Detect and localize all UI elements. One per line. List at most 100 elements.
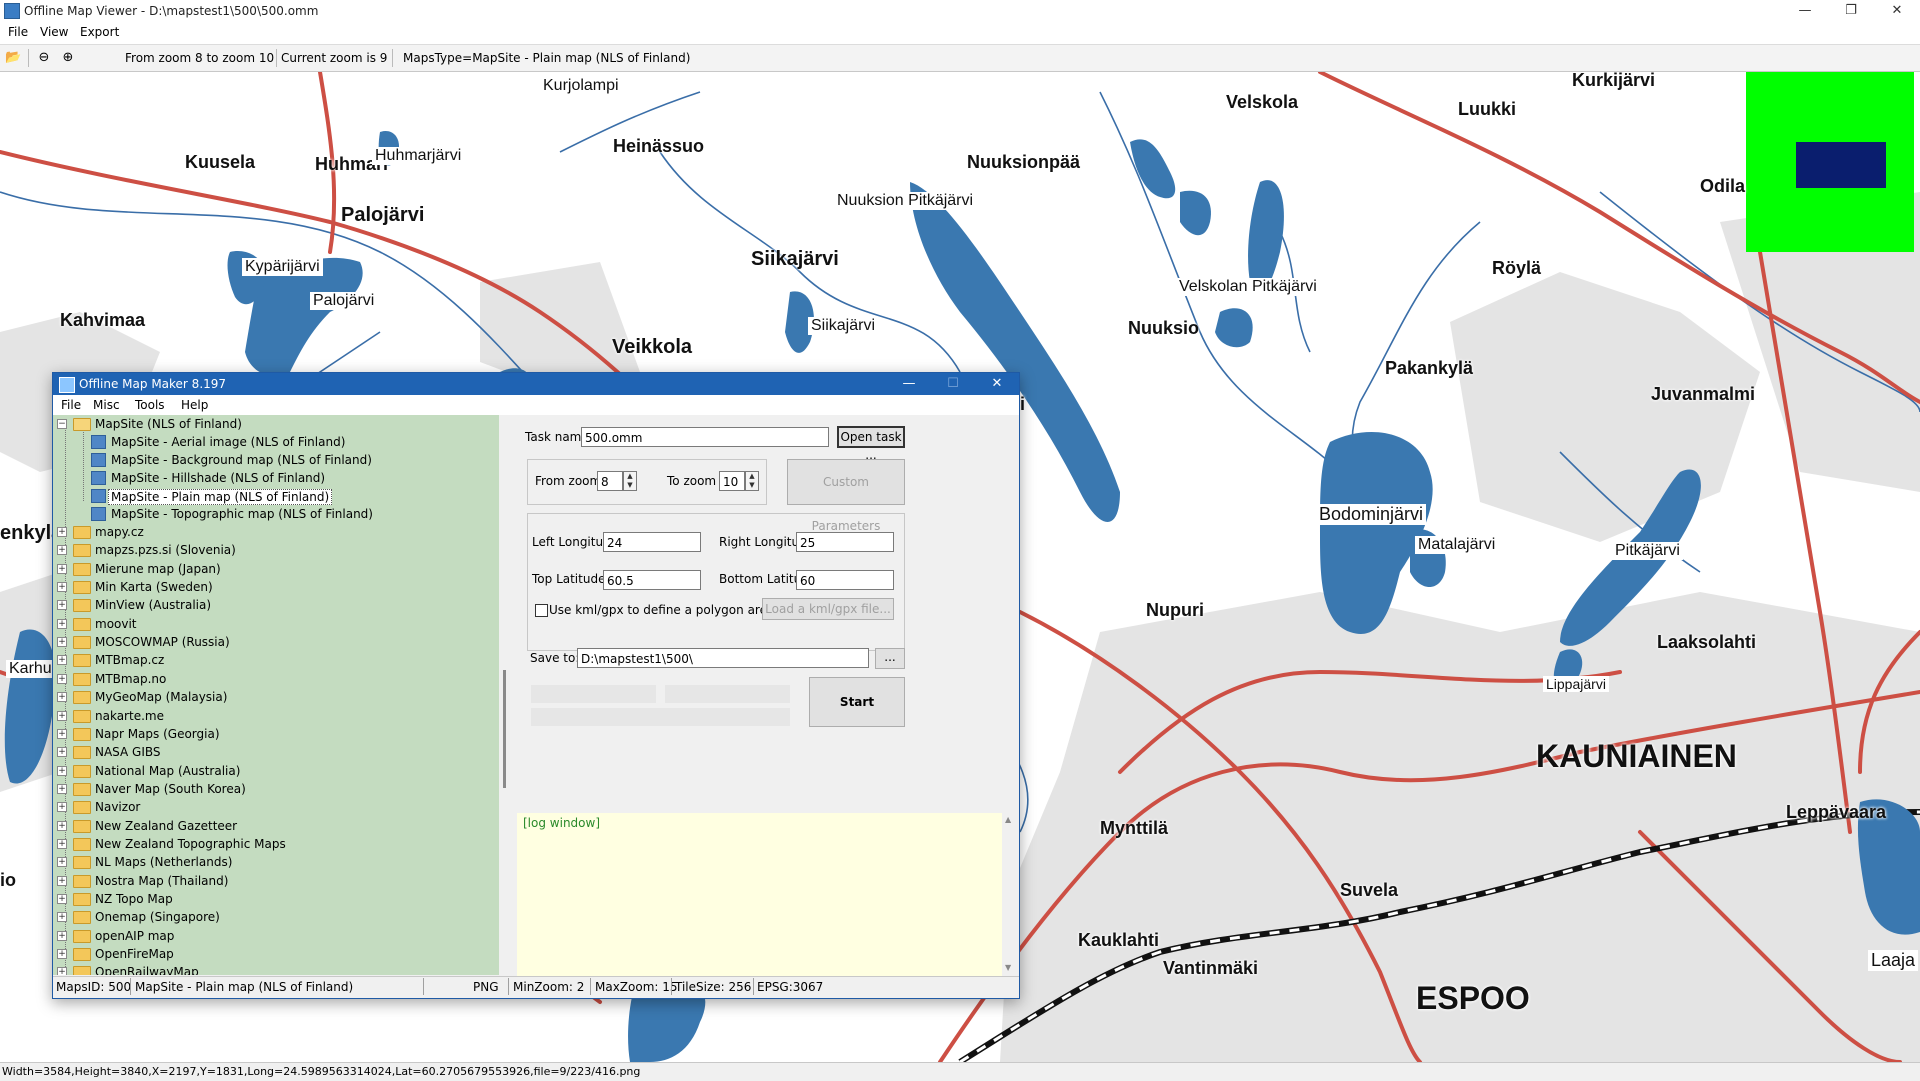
zoom-in-icon[interactable]: ⊕ — [60, 50, 76, 66]
log-scrollbar[interactable]: ▲ ▼ — [1002, 813, 1019, 976]
custom-parameters-button[interactable]: Custom Parameters — [787, 459, 905, 533]
tree-item-folder[interactable]: + New Zealand Topographic Maps — [53, 835, 499, 853]
to-zoom-spinner[interactable]: ▲ ▼ — [745, 471, 759, 491]
expand-icon[interactable]: + — [57, 618, 67, 629]
expand-icon[interactable]: + — [57, 930, 67, 941]
bottom-latitude-input[interactable]: 60 — [796, 570, 894, 590]
expand-icon[interactable]: + — [57, 967, 67, 975]
expand-icon[interactable]: + — [57, 802, 67, 813]
menu-file[interactable]: File — [8, 25, 28, 39]
expand-icon[interactable]: + — [57, 527, 67, 537]
expand-icon[interactable]: + — [57, 710, 67, 721]
expand-icon[interactable]: + — [57, 655, 67, 666]
expand-icon[interactable]: + — [57, 582, 67, 593]
expand-icon[interactable]: + — [57, 875, 67, 886]
tree-item-folder[interactable]: + MTBmap.cz — [53, 651, 499, 669]
map-source-tree[interactable]: − MapSite (NLS of Finland) MapSite - Aer… — [53, 415, 499, 975]
expand-icon[interactable]: + — [57, 783, 67, 794]
expand-icon[interactable]: + — [57, 600, 67, 611]
tree-item-folder[interactable]: + MinView (Australia) — [53, 596, 499, 614]
tree-item-folder[interactable]: + Min Karta (Sweden) — [53, 578, 499, 596]
dialog-menu-help[interactable]: Help — [181, 398, 208, 412]
expand-icon[interactable]: + — [57, 820, 67, 831]
log-window[interactable]: [log window] ▲ ▼ — [517, 813, 1019, 976]
zoom-out-icon[interactable]: ⊖ — [36, 50, 52, 66]
start-button[interactable]: Start — [809, 677, 905, 727]
dialog-maximize-button[interactable]: ☐ — [931, 373, 975, 395]
overview-minimap[interactable] — [1746, 72, 1914, 252]
tree-item-folder[interactable]: + Naver Map (South Korea) — [53, 780, 499, 798]
tree-item-map[interactable]: MapSite - Plain map (NLS of Finland) — [53, 487, 499, 505]
expand-icon[interactable]: + — [57, 765, 67, 776]
browse-button[interactable]: ... — [875, 648, 905, 669]
tree-item-folder[interactable]: + Navizor — [53, 798, 499, 816]
from-zoom-spinner[interactable]: ▲ ▼ — [623, 471, 637, 491]
tree-item-map[interactable]: MapSite - Aerial image (NLS of Finland) — [53, 433, 499, 451]
tree-item-folder[interactable]: + OpenFireMap — [53, 945, 499, 963]
minimize-button[interactable]: — — [1782, 0, 1828, 22]
task-name-input[interactable]: 500.omm — [581, 427, 829, 447]
dialog-menu-tools[interactable]: Tools — [135, 398, 165, 412]
tree-item-folder[interactable]: + MOSCOWMAP (Russia) — [53, 633, 499, 651]
tree-item-root[interactable]: − MapSite (NLS of Finland) — [53, 415, 499, 433]
expand-icon[interactable]: + — [57, 637, 67, 648]
use-kml-checkbox[interactable] — [535, 604, 548, 617]
dialog-close-button[interactable]: ✕ — [975, 373, 1019, 395]
scroll-up-icon[interactable]: ▲ — [1005, 815, 1011, 824]
tree-scrollbar[interactable] — [499, 415, 516, 975]
tree-item-folder[interactable]: + MyGeoMap (Malaysia) — [53, 688, 499, 706]
tree-item-folder[interactable]: + Napr Maps (Georgia) — [53, 725, 499, 743]
tree-item-folder[interactable]: + National Map (Australia) — [53, 762, 499, 780]
expand-icon[interactable]: + — [57, 747, 67, 758]
dialog-menu-file[interactable]: File — [61, 398, 81, 412]
expand-icon[interactable]: + — [57, 728, 67, 739]
tree-item-map[interactable]: MapSite - Background map (NLS of Finland… — [53, 451, 499, 469]
tree-item-map[interactable]: MapSite - Hillshade (NLS of Finland) — [53, 469, 499, 487]
tree-item-folder[interactable]: + Nostra Map (Thailand) — [53, 872, 499, 890]
tree-item-folder[interactable]: + mapy.cz — [53, 523, 499, 541]
expand-icon[interactable]: + — [57, 692, 67, 703]
save-to-input[interactable]: D:\mapstest1\500\ — [577, 648, 869, 668]
scroll-down-icon[interactable]: ▼ — [1005, 963, 1011, 972]
tree-item-folder[interactable]: + nakarte.me — [53, 707, 499, 725]
tree-item-folder[interactable]: + NL Maps (Netherlands) — [53, 853, 499, 871]
tree-item-folder[interactable]: + moovit — [53, 615, 499, 633]
close-button[interactable]: ✕ — [1874, 0, 1920, 22]
expand-icon[interactable]: + — [57, 838, 67, 849]
tree-item-folder[interactable]: + Mierune map (Japan) — [53, 560, 499, 578]
right-longitude-input[interactable]: 25 — [796, 532, 894, 552]
menu-view[interactable]: View — [40, 25, 68, 39]
dialog-menu-misc[interactable]: Misc — [93, 398, 120, 412]
tree-item-folder[interactable]: + openAIP map — [53, 927, 499, 945]
overview-viewport[interactable] — [1796, 142, 1886, 188]
expand-icon[interactable]: + — [57, 563, 67, 574]
tree-item-folder[interactable]: + NZ Topo Map — [53, 890, 499, 908]
open-task-button[interactable]: Open task ... — [837, 426, 905, 462]
tree-item-folder[interactable]: + mapzs.pzs.si (Slovenia) — [53, 541, 499, 559]
tree-item-folder[interactable]: + New Zealand Gazetteer — [53, 817, 499, 835]
top-latitude-input[interactable]: 60.5 — [603, 570, 701, 590]
tree-item-folder[interactable]: + OpenRailwayMap — [53, 963, 499, 975]
open-folder-icon[interactable]: 📂 — [5, 50, 21, 66]
tree-item-folder[interactable]: + MTBmap.no — [53, 670, 499, 688]
folder-open-icon — [73, 418, 91, 431]
expand-icon[interactable]: + — [57, 912, 67, 923]
expand-icon[interactable]: + — [57, 673, 67, 684]
tree-item-folder[interactable]: + Onemap (Singapore) — [53, 908, 499, 926]
tree-item-label: OpenFireMap — [95, 947, 174, 962]
tree-item-folder[interactable]: + NASA GIBS — [53, 743, 499, 761]
expand-icon[interactable]: + — [57, 949, 67, 960]
expand-icon[interactable]: + — [57, 545, 67, 556]
expand-icon[interactable]: + — [57, 857, 67, 868]
dialog-minimize-button[interactable]: — — [887, 373, 931, 395]
menu-export[interactable]: Export — [80, 25, 119, 39]
load-kml-button[interactable]: Load a kml/gpx file... — [762, 598, 894, 620]
collapse-icon[interactable]: − — [57, 419, 67, 429]
from-zoom-input[interactable]: 8 — [597, 471, 623, 491]
expand-icon[interactable]: + — [57, 894, 67, 904]
tree-item-map[interactable]: MapSite - Topographic map (NLS of Finlan… — [53, 505, 499, 523]
to-zoom-input[interactable]: 10 — [719, 471, 745, 491]
left-longitude-input[interactable]: 24 — [603, 532, 701, 552]
tree-scrollbar-thumb[interactable] — [503, 670, 506, 788]
restore-button[interactable]: ❐ — [1828, 0, 1874, 22]
